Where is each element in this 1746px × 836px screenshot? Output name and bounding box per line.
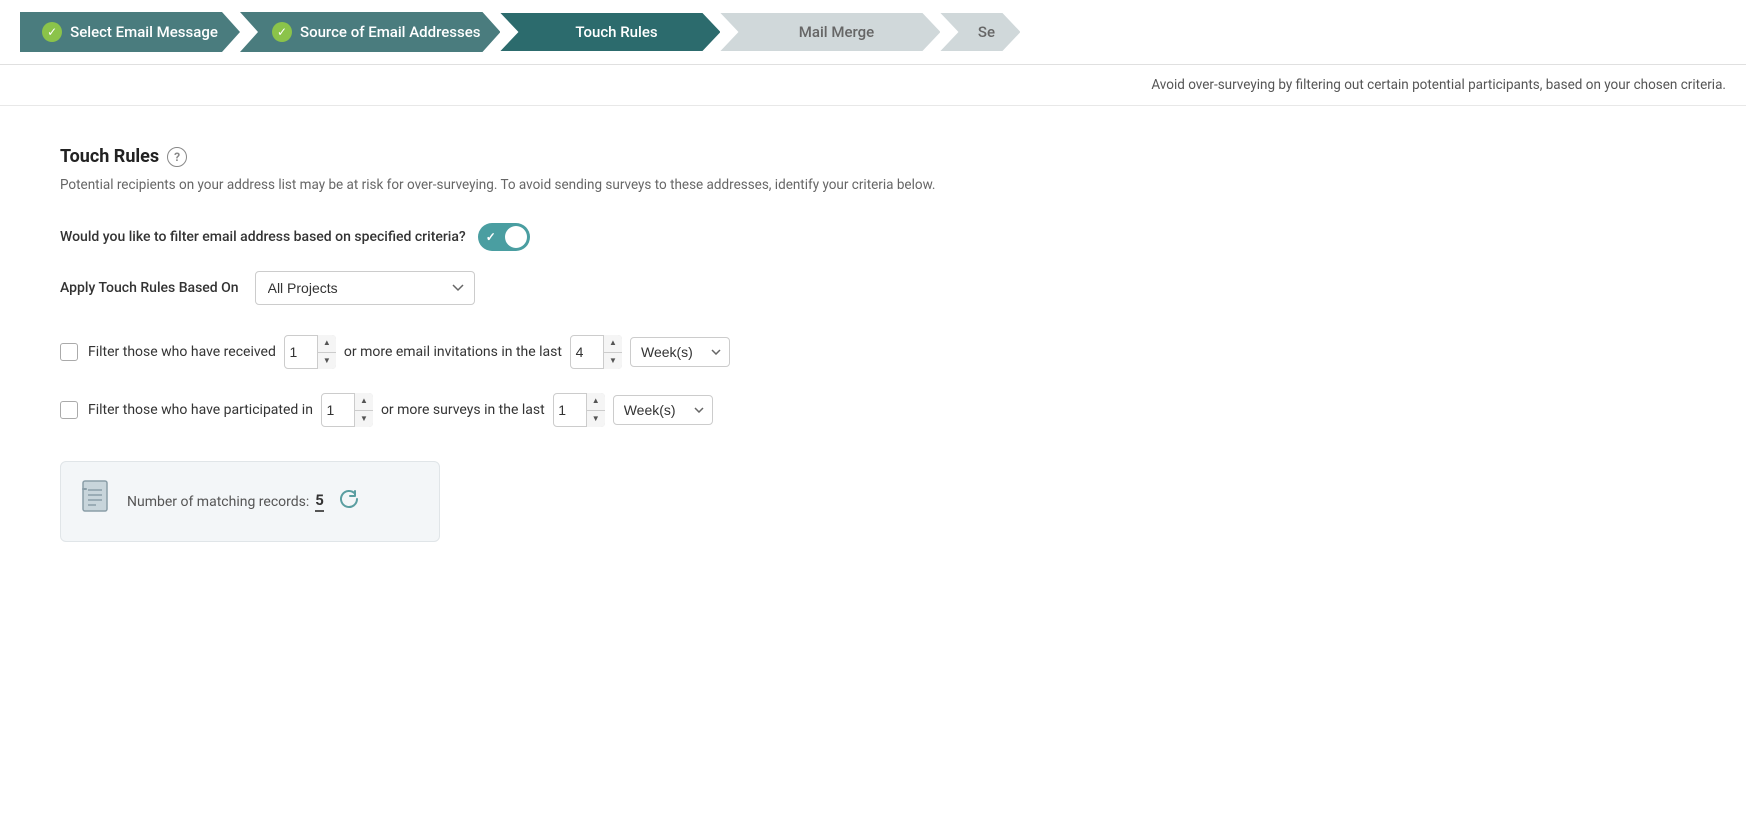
step-label: Mail Merge xyxy=(799,23,874,41)
filter1-spinner1-up[interactable]: ▲ xyxy=(318,335,336,353)
records-icon xyxy=(81,480,113,523)
filter1-spinner1: ▲ ▼ xyxy=(284,335,336,369)
apply-rules-row: Apply Touch Rules Based On All Projects … xyxy=(60,271,1686,305)
filter2-label-middle: or more surveys in the last xyxy=(381,402,545,418)
step-label: Se xyxy=(978,23,995,41)
wizard-step-se[interactable]: Se xyxy=(940,13,1020,51)
filter2-spinner1-down[interactable]: ▼ xyxy=(355,411,373,428)
filter2-text: Filter those who have participated in ▲ … xyxy=(88,393,713,427)
subtitle-text: Avoid over-surveying by filtering out ce… xyxy=(1151,77,1726,93)
step-check-icon: ✓ xyxy=(272,22,292,42)
filter2-spinner2-btns: ▲ ▼ xyxy=(586,393,605,427)
filter-toggle-row: Would you like to filter email address b… xyxy=(60,223,1686,251)
wizard-step-select-email[interactable]: ✓ Select Email Message xyxy=(20,12,240,52)
wizard-step-touch-rules[interactable]: Touch Rules xyxy=(500,13,720,51)
filter1-spinner2-down[interactable]: ▼ xyxy=(604,353,622,370)
filter1-label-middle: or more email invitations in the last xyxy=(344,344,562,360)
filter2-spinner2-up[interactable]: ▲ xyxy=(587,393,605,411)
filter2-spinner2-down[interactable]: ▼ xyxy=(587,411,605,428)
records-text: Number of matching records: 5 xyxy=(127,491,324,512)
filter2-spinner1: ▲ ▼ xyxy=(321,393,373,427)
section-title-text: Touch Rules xyxy=(60,146,159,167)
filter1-spinner2-btns: ▲ ▼ xyxy=(603,335,622,369)
filter1-spinner2: ▲ ▼ xyxy=(570,335,622,369)
step-label: Source of Email Addresses xyxy=(300,23,480,41)
toggle-check-mark: ✓ xyxy=(486,230,496,244)
apply-dropdown[interactable]: All Projects This Project Only xyxy=(255,271,475,305)
section-description: Potential recipients on your address lis… xyxy=(60,177,960,193)
filter2-spinner1-btns: ▲ ▼ xyxy=(354,393,373,427)
filter1-row: Filter those who have received ▲ ▼ or mo… xyxy=(60,335,1686,369)
refresh-icon[interactable] xyxy=(338,488,360,515)
section-title-row: Touch Rules ? xyxy=(60,146,1686,167)
filter2-spinner2: ▲ ▼ xyxy=(553,393,605,427)
help-icon[interactable]: ? xyxy=(167,147,187,167)
filter-question-label: Would you like to filter email address b… xyxy=(60,229,466,245)
filter1-period-select[interactable]: Day(s) Week(s) Month(s) xyxy=(630,337,730,367)
filter2-period-select[interactable]: Day(s) Week(s) Month(s) xyxy=(613,395,713,425)
filter2-row: Filter those who have participated in ▲ … xyxy=(60,393,1686,427)
filter2-checkbox[interactable] xyxy=(60,401,78,419)
filter2-spinner1-up[interactable]: ▲ xyxy=(355,393,373,411)
filter1-spinner1-btns: ▲ ▼ xyxy=(317,335,336,369)
filter1-spinner2-up[interactable]: ▲ xyxy=(604,335,622,353)
wizard-step-source-email[interactable]: ✓ Source of Email Addresses xyxy=(240,12,500,52)
records-box: Number of matching records: 5 xyxy=(60,461,440,542)
wizard-step-mail-merge[interactable]: Mail Merge xyxy=(720,13,940,51)
filter1-text: Filter those who have received ▲ ▼ or mo… xyxy=(88,335,730,369)
wizard-bar: ✓ Select Email Message ✓ Source of Email… xyxy=(0,0,1746,65)
filter1-spinner1-down[interactable]: ▼ xyxy=(318,353,336,370)
main-content: Touch Rules ? Potential recipients on yo… xyxy=(0,106,1746,582)
filter1-label-before: Filter those who have received xyxy=(88,344,276,360)
filter-toggle[interactable]: ✓ xyxy=(478,223,530,251)
filter2-label-before: Filter those who have participated in xyxy=(88,402,313,418)
step-label: Select Email Message xyxy=(70,23,218,41)
records-label: Number of matching records: xyxy=(127,494,309,510)
subtitle-bar: Avoid over-surveying by filtering out ce… xyxy=(0,65,1746,106)
toggle-slider: ✓ xyxy=(478,223,530,251)
step-check-icon: ✓ xyxy=(42,22,62,42)
records-count: 5 xyxy=(315,491,324,512)
filter1-checkbox[interactable] xyxy=(60,343,78,361)
apply-label: Apply Touch Rules Based On xyxy=(60,280,239,296)
step-label: Touch Rules xyxy=(575,23,657,41)
